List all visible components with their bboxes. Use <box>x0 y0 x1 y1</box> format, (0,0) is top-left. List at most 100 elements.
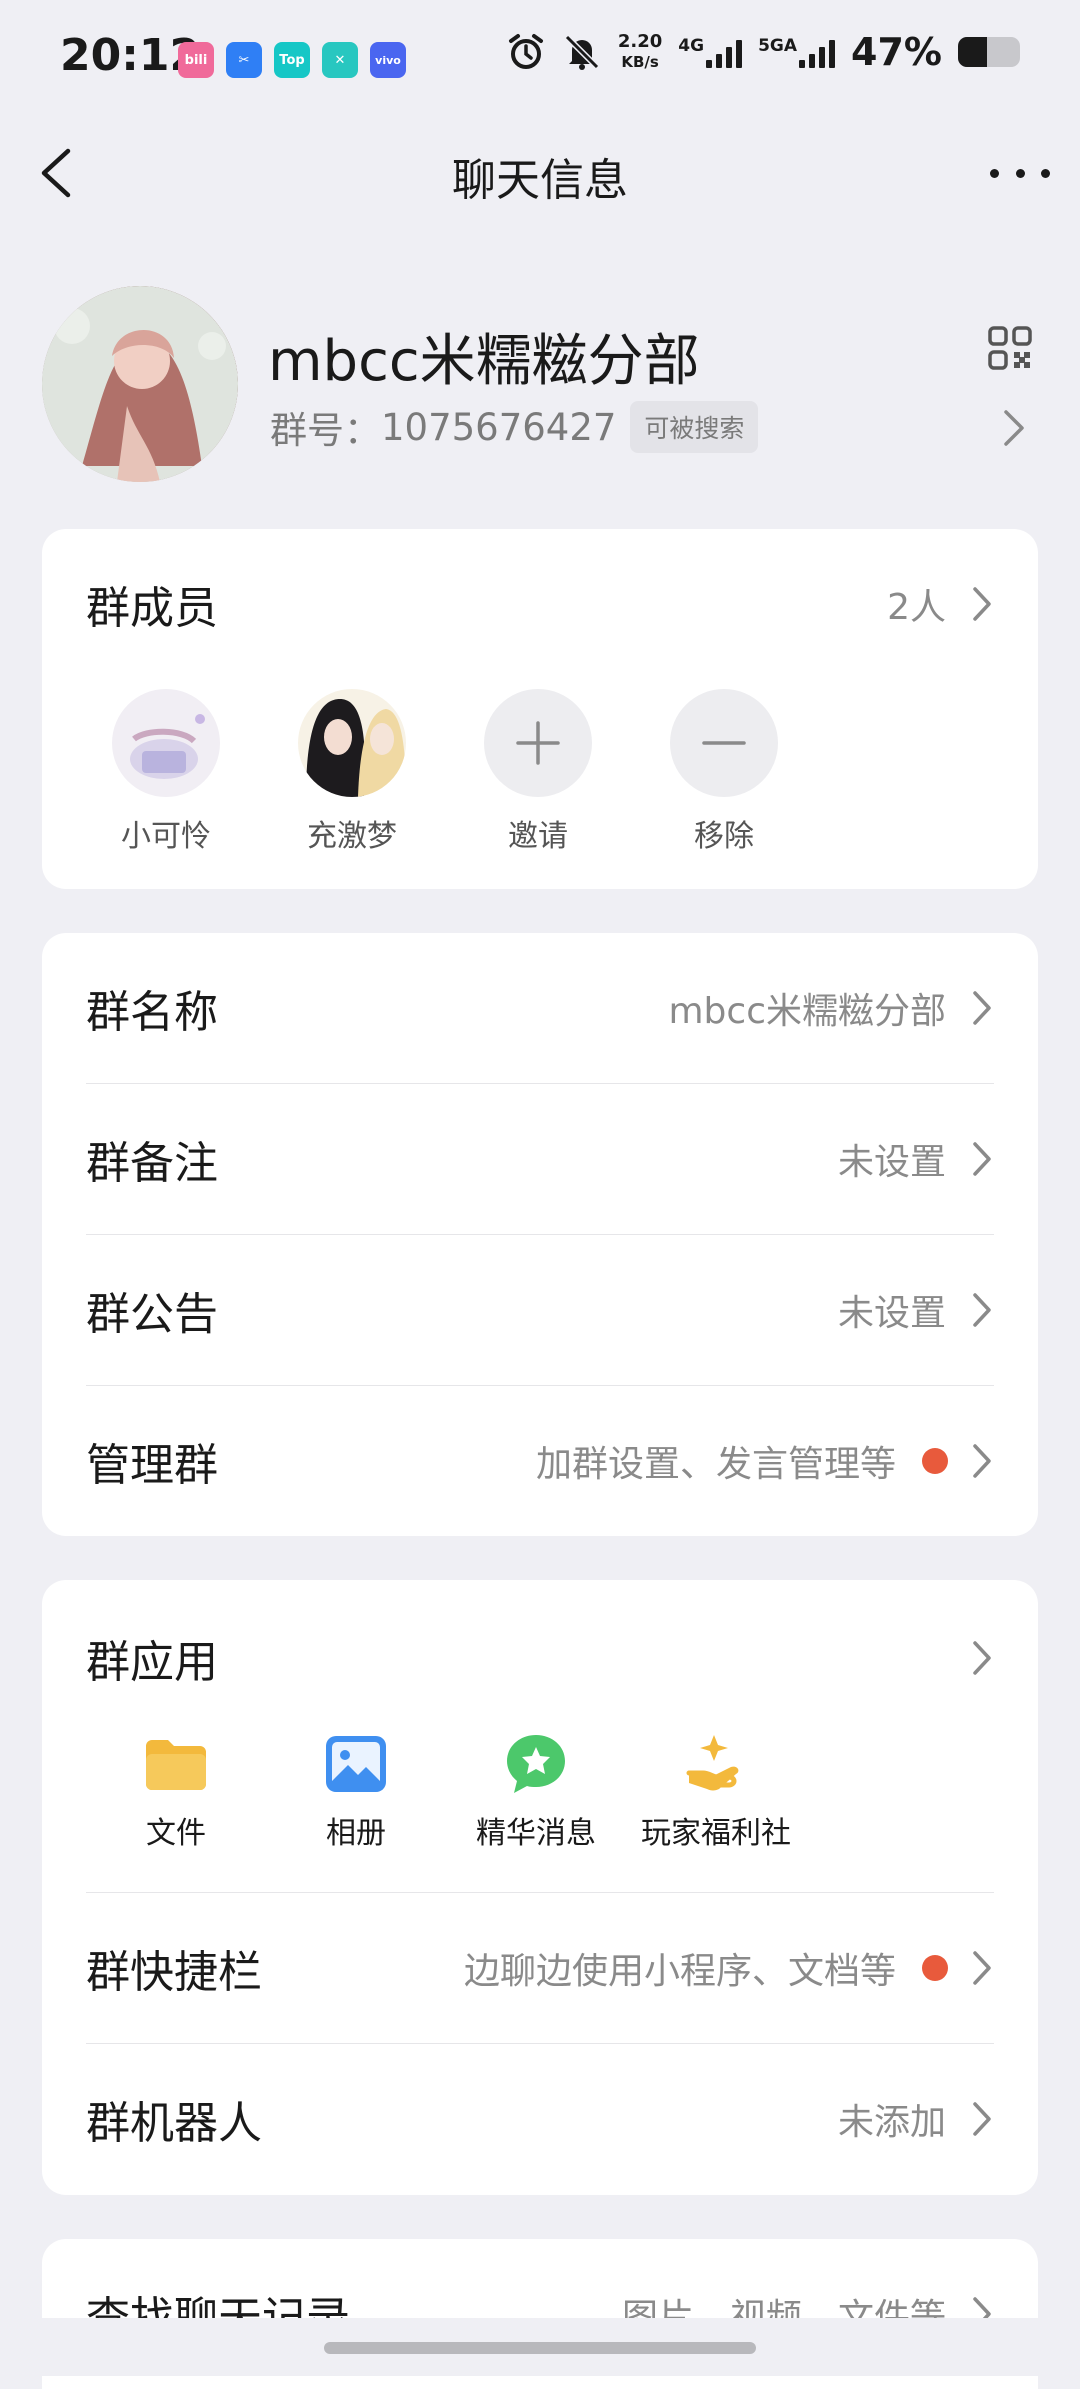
vivo-icon: vivo <box>370 42 406 78</box>
chevron-right-icon <box>973 1444 991 1478</box>
group-name: mbcc米糯糍分部 <box>268 329 700 394</box>
clip-app-icon: ✂ <box>226 42 262 78</box>
capcut-icon: ✕ <box>322 42 358 78</box>
group-apps-row[interactable]: 群应用 <box>86 1580 994 1735</box>
app-label: 精华消息 <box>476 1816 596 1851</box>
minus-icon <box>670 689 778 797</box>
remove-label: 移除 <box>694 819 754 854</box>
net-speed-unit: KB/s <box>621 53 659 71</box>
members-row[interactable]: 群成员 2人 <box>86 529 994 679</box>
shortcut-bar-title: 群快捷栏 <box>86 1947 262 1998</box>
settings-card: 群名称 mbcc米糯糍分部 群备注 未设置 群公告 未设置 管理群 加群设置、发… <box>42 933 1038 1536</box>
home-indicator[interactable] <box>324 2342 756 2354</box>
chevron-right-icon <box>973 1640 991 1675</box>
net-type-5ga: 5GA <box>758 36 798 56</box>
alarm-icon <box>506 32 546 72</box>
signal-bars-icon <box>799 36 836 68</box>
group-notice-value: 未设置 <box>837 1293 946 1334</box>
net-type-4g: 4G <box>678 36 705 56</box>
member-avatar <box>112 689 220 797</box>
group-robot-value: 未添加 <box>837 2102 946 2143</box>
chevron-right-icon <box>973 1951 991 1985</box>
group-apps-title: 群应用 <box>86 1636 218 1688</box>
page-title: 聊天信息 <box>452 155 628 206</box>
member-avatar <box>298 689 406 797</box>
net-speed: 2.20 KB/s <box>618 32 662 72</box>
photo-album-icon <box>324 1734 388 1794</box>
qr-code-icon <box>988 326 1032 370</box>
group-avatar-image <box>42 286 238 482</box>
members-list: 小可怜 充激梦 邀请 移除 <box>112 689 778 855</box>
status-bar: 20:12 bili ✂ Top ✕ vivo 2.20 KB/s 4G 5GA… <box>0 0 1080 118</box>
chevron-right-icon <box>973 587 991 621</box>
plus-icon <box>484 689 592 797</box>
invite-member-button[interactable]: 邀请 <box>484 689 592 855</box>
group-avatar[interactable] <box>42 286 238 482</box>
manage-group-title: 管理群 <box>86 1440 218 1491</box>
shortcut-bar-value: 边聊边使用小程序、文档等 <box>463 1951 896 1992</box>
group-notice-title: 群公告 <box>86 1289 218 1340</box>
chevron-right-icon <box>973 1142 991 1176</box>
group-profile-header[interactable]: mbcc米糯糍分部 群号： 1075676427 可被搜索 <box>0 282 1080 482</box>
more-dot <box>1015 168 1025 178</box>
chevron-right-icon <box>973 2102 991 2136</box>
group-remark-value: 未设置 <box>837 1142 946 1183</box>
group-notice-row[interactable]: 群公告 未设置 <box>86 1235 994 1385</box>
app-label: 文件 <box>146 1816 206 1851</box>
group-id-row: 群号： 1075676427 可被搜索 <box>270 400 759 454</box>
group-name-row[interactable]: 群名称 mbcc米糯糍分部 <box>86 933 994 1083</box>
app-label: 相册 <box>326 1816 386 1851</box>
red-dot-badge <box>922 1448 948 1474</box>
group-name-value: mbcc米糯糍分部 <box>668 991 946 1032</box>
members-title: 群成员 <box>86 583 218 634</box>
group-id-value: 1075676427 <box>381 405 617 449</box>
manage-group-value: 加群设置、发言管理等 <box>535 1444 896 1485</box>
app-essence-messages[interactable]: 精华消息 <box>446 1734 626 1852</box>
battery-icon <box>958 37 1020 67</box>
group-name-title: 群名称 <box>86 987 218 1038</box>
shortcut-bar-row[interactable]: 群快捷栏 边聊边使用小程序、文档等 <box>86 1893 994 2043</box>
more-button[interactable] <box>990 153 1050 193</box>
battery-fill <box>958 37 988 67</box>
group-remark-title: 群备注 <box>86 1138 218 1189</box>
group-robot-title: 群机器人 <box>86 2098 262 2149</box>
signal-bars-icon <box>706 36 743 68</box>
net-speed-value: 2.20 <box>617 31 663 52</box>
manage-group-row[interactable]: 管理群 加群设置、发言管理等 <box>86 1386 994 1536</box>
group-apps-card: 群应用 文件 相册 精华消息 玩家福利社 群快捷栏 边聊边使用小程序、文档等 群… <box>42 1580 1038 2195</box>
mute-bell-icon <box>562 32 602 72</box>
folder-icon <box>144 1734 208 1794</box>
app-label: 玩家福利社 <box>641 1816 791 1851</box>
navbar: 聊天信息 <box>0 118 1080 228</box>
notification-app-icons: bili ✂ Top ✕ vivo <box>178 42 406 78</box>
more-dot <box>1041 168 1050 178</box>
more-dot <box>990 168 999 178</box>
status-indicators: 2.20 KB/s 4G 5GA 47% <box>506 30 1020 74</box>
app-files[interactable]: 文件 <box>86 1734 266 1852</box>
chevron-right-icon <box>973 1293 991 1327</box>
members-count: 2人 <box>887 587 946 628</box>
qr-code-button[interactable] <box>988 326 1032 370</box>
member-item[interactable]: 小可怜 <box>112 689 220 855</box>
searchable-badge: 可被搜索 <box>630 401 759 453</box>
bilibili-icon: bili <box>178 42 214 78</box>
members-card: 群成员 2人 小可怜 充激梦 邀请 移除 <box>42 529 1038 889</box>
signal-5ga: 5GA <box>758 36 836 68</box>
red-dot-badge <box>922 1955 948 1981</box>
app-player-welfare[interactable]: 玩家福利社 <box>626 1734 806 1852</box>
chevron-right-icon <box>1000 406 1028 450</box>
app-album[interactable]: 相册 <box>266 1734 446 1852</box>
member-name: 小可怜 <box>121 819 211 854</box>
star-message-icon <box>504 1734 568 1794</box>
remove-member-button[interactable]: 移除 <box>670 689 778 855</box>
group-robot-row[interactable]: 群机器人 未添加 <box>86 2044 994 2194</box>
group-remark-row[interactable]: 群备注 未设置 <box>86 1084 994 1234</box>
battery-percent: 47% <box>851 30 942 74</box>
member-item[interactable]: 充激梦 <box>298 689 406 855</box>
chevron-right-icon <box>973 991 991 1025</box>
signal-4g: 4G <box>678 36 743 68</box>
group-apps-list: 文件 相册 精华消息 玩家福利社 <box>42 1734 1038 1864</box>
gift-hand-icon <box>684 1734 748 1794</box>
member-name: 充激梦 <box>307 819 397 854</box>
taptap-icon: Top <box>274 42 310 78</box>
